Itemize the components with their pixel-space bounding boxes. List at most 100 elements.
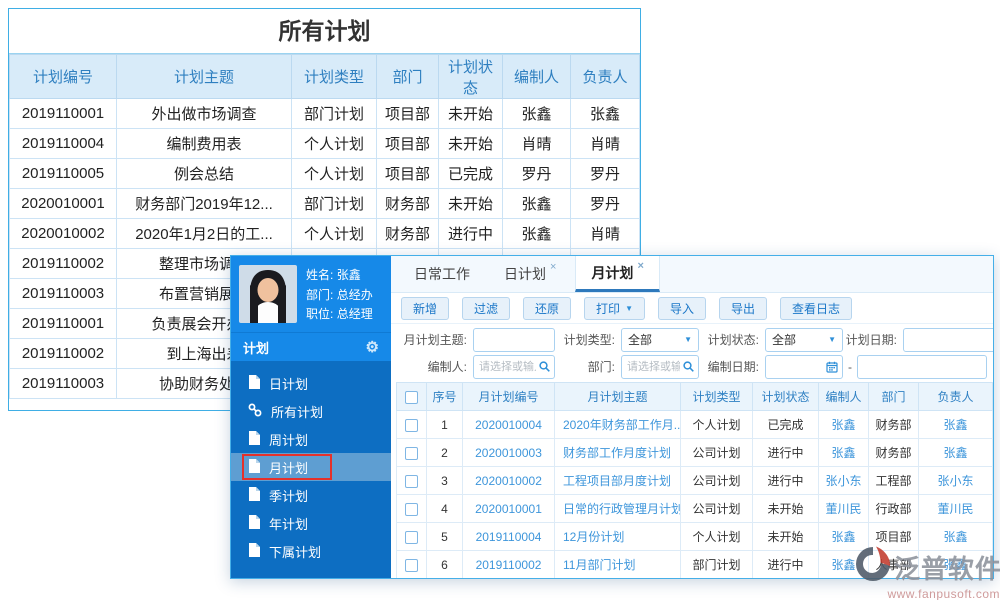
import-button[interactable]: 导入 [658, 297, 706, 320]
sidebar-item-label: 季计划 [269, 486, 308, 505]
export-button[interactable]: 导出 [719, 297, 767, 320]
cell: 项目部 [377, 129, 439, 159]
row-checkbox[interactable] [405, 531, 418, 544]
filter-button[interactable]: 过滤 [462, 297, 510, 320]
cell: 未开始 [439, 129, 503, 159]
cell[interactable]: 张鑫 [819, 411, 869, 439]
author-filter-input[interactable] [473, 355, 555, 379]
cell[interactable]: 2020010004 [463, 411, 555, 439]
table-row[interactable]: 42020010001日常的行政管理月计划公司计划未开始董川民行政部董川民 [397, 495, 993, 523]
row-checkbox[interactable] [405, 447, 418, 460]
file-icon [248, 431, 260, 448]
status-filter-select[interactable]: 全部 ▼ [765, 328, 843, 352]
cell: 部门计划 [292, 99, 377, 129]
close-icon[interactable]: × [637, 260, 643, 272]
cell: 未开始 [753, 523, 819, 551]
cell[interactable]: 11月部门计划 [555, 551, 681, 579]
cell[interactable]: 12月份计划 [555, 523, 681, 551]
sidebar-item-week-plan[interactable]: 周计划 [231, 425, 391, 453]
tab-label: 月计划 [591, 263, 633, 283]
select-all-header [397, 383, 427, 411]
sidebar-item-month-plan[interactable]: 月计划 [231, 453, 391, 481]
cell: 张鑫 [503, 189, 571, 219]
print-button[interactable]: 打印▼ [584, 297, 645, 320]
column-header: 编制人 [503, 55, 571, 99]
restore-button[interactable]: 还原 [523, 297, 571, 320]
cell: 张鑫 [503, 99, 571, 129]
cell: 已完成 [439, 159, 503, 189]
row-checkbox[interactable] [405, 503, 418, 516]
table-row[interactable]: 2020010001财务部门2019年12...部门计划财务部未开始张鑫罗丹 [10, 189, 640, 219]
cell[interactable]: 财务部工作月度计划 [555, 439, 681, 467]
table-row[interactable]: 2019110004编制费用表个人计划项目部未开始肖晴肖晴 [10, 129, 640, 159]
close-icon[interactable]: × [550, 261, 556, 273]
cell: 3 [427, 467, 463, 495]
cell[interactable]: 2020010001 [463, 495, 555, 523]
sidebar-section-plan[interactable]: 计划 ⚙ [231, 332, 391, 361]
author-filter [473, 355, 555, 379]
select-all-checkbox[interactable] [405, 391, 418, 404]
cell: 2020010002 [10, 219, 117, 249]
table-row[interactable]: 20200100022020年1月2日的工...个人计划财务部进行中张鑫肖晴 [10, 219, 640, 249]
cell[interactable]: 2020010003 [463, 439, 555, 467]
sidebar-item-quarter-plan[interactable]: 季计划 [231, 481, 391, 509]
cell[interactable]: 2019110004 [463, 523, 555, 551]
sidebar-item-year-plan[interactable]: 年计划 [231, 509, 391, 537]
sidebar-item-label: 下属计划 [269, 542, 321, 561]
section-label: 计划 [243, 338, 269, 357]
plan-date-filter-input[interactable] [903, 328, 993, 352]
cell: 财务部 [377, 189, 439, 219]
cell: 2019110003 [10, 279, 117, 309]
tab-daily-work[interactable]: 日常工作 [399, 256, 485, 292]
subject-filter-label: 月计划主题: [391, 331, 473, 348]
column-header: 计划编号 [10, 55, 117, 99]
tab-day-plan[interactable]: 日计划 × [489, 256, 571, 292]
user-profile: 姓名: 张鑫 部门: 总经办 职位: 总经理 [231, 256, 391, 332]
cell[interactable]: 工程项目部月度计划 [555, 467, 681, 495]
cell[interactable]: 张小东 [919, 467, 993, 495]
subject-filter-input[interactable] [473, 328, 555, 352]
cell[interactable]: 张鑫 [919, 439, 993, 467]
cell: 例会总结 [117, 159, 292, 189]
cell: 张鑫 [503, 219, 571, 249]
cell[interactable]: 董川民 [919, 495, 993, 523]
sidebar-item-label: 周计划 [269, 430, 308, 449]
compile-date-start [765, 355, 843, 379]
cell[interactable]: 张小东 [819, 467, 869, 495]
gear-icon[interactable]: ⚙ [366, 340, 379, 355]
table-row[interactable]: 120200100042020年财务部工作月...个人计划已完成张鑫财务部张鑫 [397, 411, 993, 439]
sidebar-item-day-plan[interactable]: 日计划 [231, 369, 391, 397]
sidebar-item-subordinate-plan[interactable]: 下属计划 [231, 537, 391, 565]
row-checkbox[interactable] [405, 475, 418, 488]
row-checkbox[interactable] [405, 419, 418, 432]
main-content: 日常工作 日计划 × 月计划 × 新增 过滤 还原 打印▼ 导入 导出 查看日志… [391, 256, 993, 578]
add-button[interactable]: 新增 [401, 297, 449, 320]
cell: 项目部 [377, 159, 439, 189]
toolbar: 新增 过滤 还原 打印▼ 导入 导出 查看日志 [391, 293, 993, 324]
type-filter-select[interactable]: 全部 ▼ [621, 328, 699, 352]
tab-month-plan[interactable]: 月计划 × [575, 256, 659, 292]
table-row[interactable]: 2019110001外出做市场调查部门计划项目部未开始张鑫张鑫 [10, 99, 640, 129]
table-row[interactable]: 22020010003财务部工作月度计划公司计划进行中张鑫财务部张鑫 [397, 439, 993, 467]
column-header: 计划状态 [753, 383, 819, 411]
dept-filter-input[interactable] [621, 355, 699, 379]
caret-down-icon: ▼ [625, 304, 633, 313]
cell[interactable]: 董川民 [819, 495, 869, 523]
cell[interactable]: 2020年财务部工作月... [555, 411, 681, 439]
cell[interactable]: 张鑫 [919, 411, 993, 439]
cell: 2019110003 [10, 369, 117, 399]
compile-date-start-input[interactable] [765, 355, 843, 379]
view-log-button[interactable]: 查看日志 [780, 297, 852, 320]
sidebar-item-all-plans[interactable]: 所有计划 [231, 397, 391, 425]
cell[interactable]: 2019110002 [463, 551, 555, 579]
column-header: 计划主题 [117, 55, 292, 99]
table-row[interactable]: 32020010002工程项目部月度计划公司计划进行中张小东工程部张小东 [397, 467, 993, 495]
cell: 公司计划 [681, 467, 753, 495]
cell[interactable]: 张鑫 [819, 439, 869, 467]
cell[interactable]: 2020010002 [463, 467, 555, 495]
table-row[interactable]: 2019110005例会总结个人计划项目部已完成罗丹罗丹 [10, 159, 640, 189]
compile-date-end-input[interactable] [857, 355, 987, 379]
row-checkbox[interactable] [405, 559, 418, 572]
fanpu-logo-icon [854, 545, 892, 590]
cell[interactable]: 日常的行政管理月计划 [555, 495, 681, 523]
